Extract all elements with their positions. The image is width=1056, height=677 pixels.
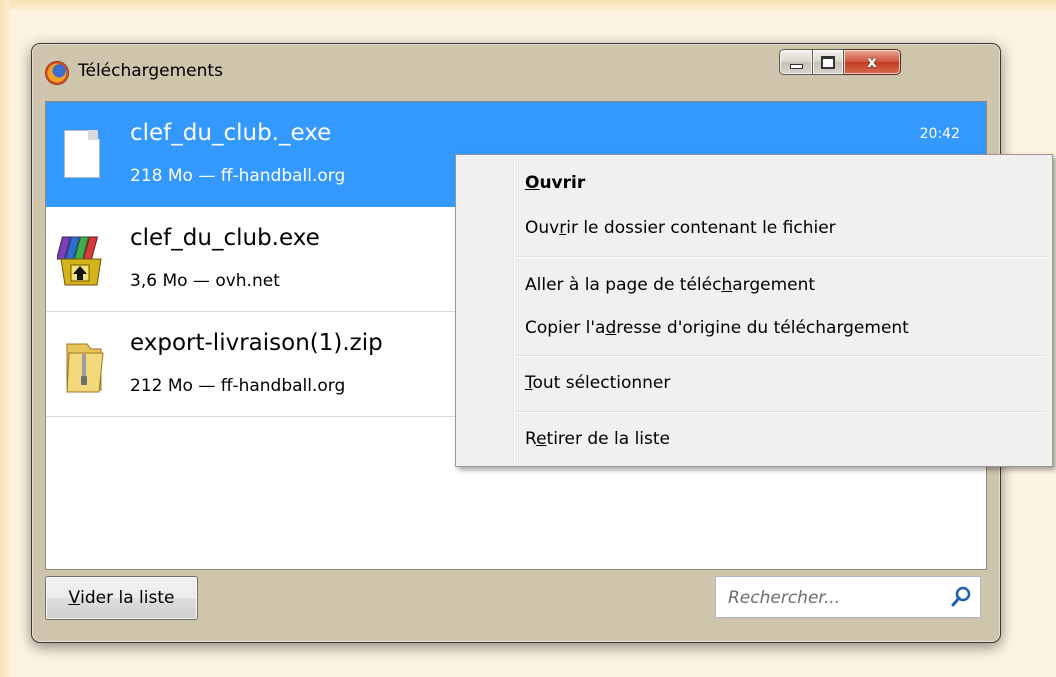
menu-separator — [516, 256, 1046, 258]
context-menu: Ouvrir Ouvrir le dossier contenant le fi… — [455, 154, 1053, 467]
menu-item-select-all[interactable]: Tout sélectionner — [525, 365, 1025, 401]
generic-file-icon — [57, 130, 103, 180]
menu-item-go-to-download-page[interactable]: Aller à la page de téléchargement — [525, 267, 1025, 303]
close-button[interactable]: x — [844, 49, 901, 75]
minimize-button[interactable] — [779, 49, 813, 75]
download-file-name: clef_du_club._exe — [130, 120, 332, 146]
backdrop-left-edge — [0, 0, 10, 677]
download-file-name: export-livraison(1).zip — [130, 330, 383, 356]
zip-folder-icon — [57, 340, 104, 393]
title-bar[interactable]: Téléchargements x — [32, 44, 1000, 100]
download-time: 20:42 — [919, 126, 960, 142]
firefox-icon — [46, 62, 68, 84]
clear-list-mnemonic: V — [68, 588, 81, 608]
menu-item-label-post: ir le dossier contenant le fichier — [566, 218, 836, 238]
menu-item-remove-from-list[interactable]: Retirer de la liste — [525, 421, 1025, 457]
download-file-meta: 212 Mo — ff-handball.org — [130, 376, 346, 396]
menu-item-label-post: argement — [732, 275, 816, 295]
menu-item-mnemonic: h — [721, 275, 733, 295]
clear-list-button[interactable]: Vider la liste — [45, 576, 198, 620]
menu-item-label-post: tirer de la liste — [546, 429, 671, 449]
maximize-icon — [821, 55, 835, 69]
search-box[interactable] — [715, 576, 981, 618]
menu-item-mnemonic: e — [536, 429, 547, 449]
menu-item-label-pre: Ouv — [525, 218, 560, 238]
menu-item-mnemonic: d — [605, 318, 617, 338]
menu-item-label-post: uvrir — [539, 173, 586, 193]
menu-item-mnemonic: O — [525, 173, 540, 193]
menu-item-label-pre: Copier l'a — [525, 318, 606, 338]
menu-item-label-pre: Aller à la page de téléc — [525, 275, 722, 295]
clear-list-label-post: ider la liste — [80, 588, 175, 608]
download-file-meta: 3,6 Mo — ovh.net — [130, 271, 280, 291]
menu-item-label-post: resse d'origine du téléchargement — [616, 318, 909, 338]
menu-item-label-post: out sélectionner — [532, 373, 671, 393]
menu-item-open-containing-folder[interactable]: Ouvrir le dossier contenant le fichier — [525, 210, 1025, 246]
menu-item-label-pre: R — [525, 429, 537, 449]
minimize-icon — [789, 63, 803, 69]
maximize-button[interactable] — [813, 49, 844, 75]
menu-separator — [516, 411, 1046, 413]
menu-gutter — [513, 157, 515, 463]
search-icon[interactable] — [950, 586, 972, 608]
menu-item-open[interactable]: Ouvrir — [525, 165, 1025, 201]
menu-item-copy-download-link[interactable]: Copier l'adresse d'origine du télécharge… — [525, 310, 1025, 346]
menu-separator — [516, 355, 1046, 357]
download-file-meta: 218 Mo — ff-handball.org — [130, 166, 346, 186]
search-input[interactable] — [726, 585, 940, 611]
caption-buttons: x — [779, 49, 901, 75]
download-file-name: clef_du_club.exe — [130, 225, 320, 251]
winrar-installer-icon — [55, 235, 103, 286]
backdrop-top-edge — [0, 0, 1056, 10]
menu-item-mnemonic: T — [525, 373, 533, 393]
window-title: Téléchargements — [78, 61, 223, 81]
close-icon: x — [867, 53, 877, 71]
